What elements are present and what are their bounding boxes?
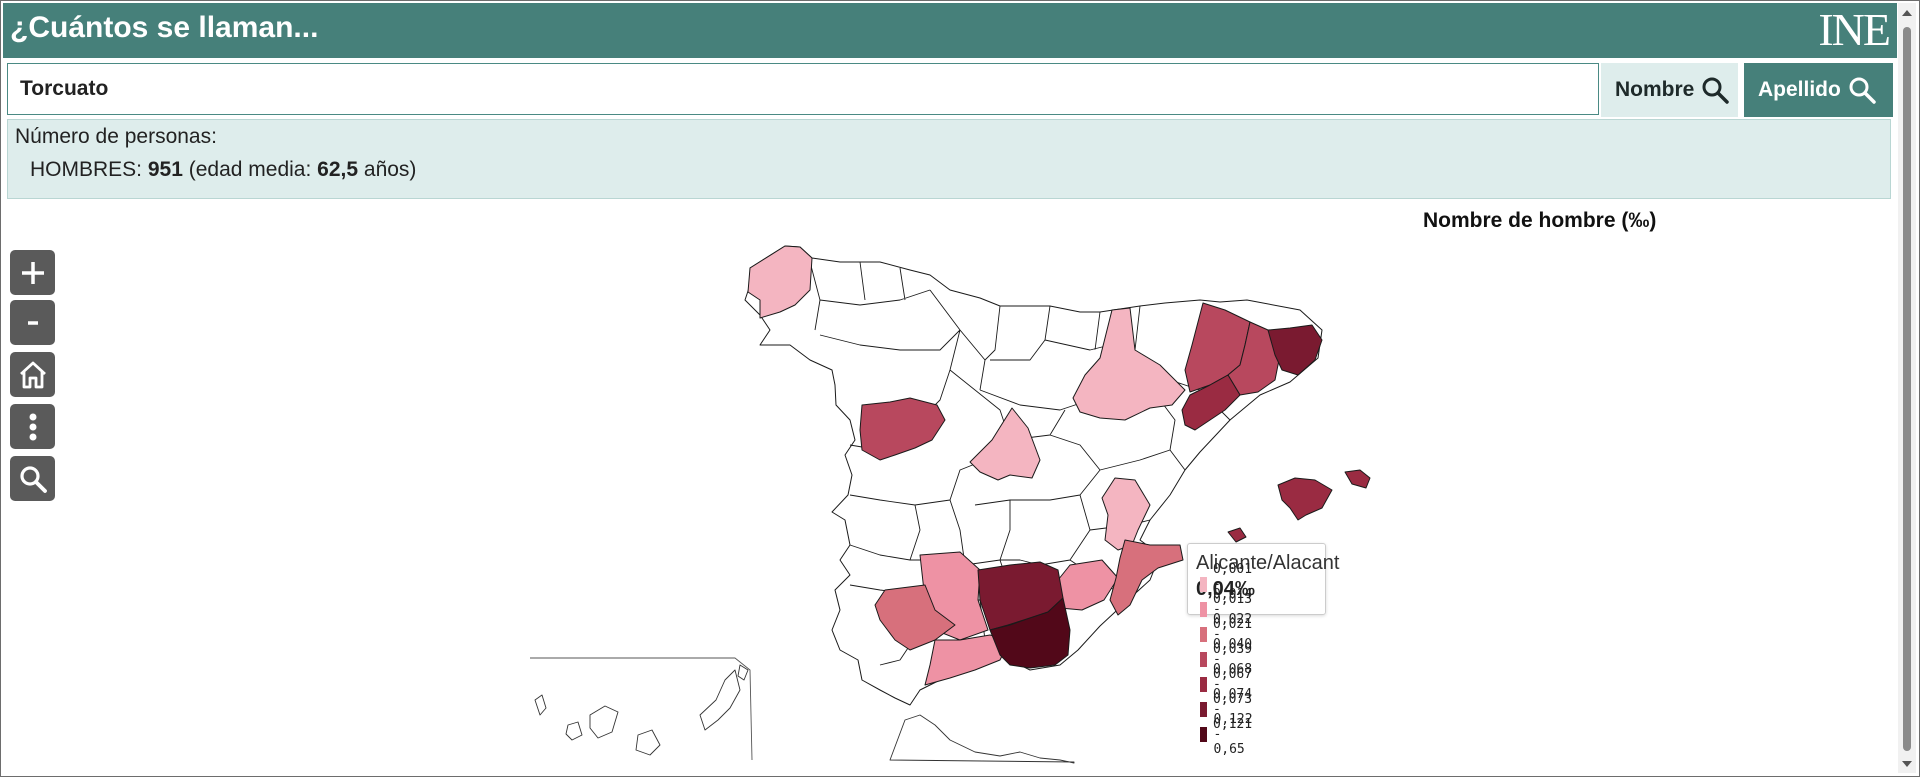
search-nombre-button[interactable]: Nombre <box>1601 63 1738 117</box>
ceuta-melilla-outline <box>889 714 1075 764</box>
plus-icon <box>21 261 44 284</box>
search-apellido-button[interactable]: Apellido <box>1744 63 1893 117</box>
zoom-out-button[interactable] <box>10 300 55 345</box>
home-button[interactable] <box>10 352 55 397</box>
province-menorca[interactable] <box>1344 469 1371 489</box>
more-options-button[interactable] <box>10 404 55 449</box>
search-icon <box>19 465 47 493</box>
legend-swatch <box>1200 576 1207 592</box>
search-icon <box>1849 77 1876 104</box>
province-ibiza[interactable] <box>1227 527 1247 543</box>
page-title: ¿Cuántos se llaman... <box>10 11 319 44</box>
scroll-down-arrow[interactable] <box>1902 761 1912 767</box>
canary-islands <box>534 664 749 756</box>
scrollbar-thumb[interactable] <box>1903 27 1911 751</box>
vertical-dots-icon <box>29 413 36 440</box>
legend-swatch <box>1200 726 1208 742</box>
name-search-input[interactable] <box>7 63 1599 115</box>
zoom-in-button[interactable] <box>10 250 55 295</box>
legend-swatch <box>1200 626 1207 642</box>
legend-swatch <box>1200 676 1207 692</box>
search-bar: Nombre Apellido <box>7 63 1893 117</box>
person-count: 951 <box>147 158 183 181</box>
province-mallorca[interactable] <box>1277 477 1333 521</box>
legend-label: 0,122 - 0,65 <box>1213 711 1253 757</box>
search-icon <box>1702 77 1730 104</box>
apellido-button-label: Apellido <box>1758 78 1841 101</box>
legend-swatch <box>1200 651 1207 667</box>
ine-logo: INE <box>1818 4 1891 55</box>
map-title: Nombre de hombre (‰) <box>1423 209 1657 232</box>
nombre-button-label: Nombre <box>1615 78 1695 101</box>
result-panel: Número de personas: HOMBRES: 951 (edad m… <box>7 119 1891 199</box>
map-search-button[interactable] <box>10 456 55 501</box>
header-bar: ¿Cuántos se llaman... INE <box>3 3 1897 58</box>
minus-icon <box>27 320 38 325</box>
average-age: 62,5 <box>317 158 359 181</box>
scroll-up-arrow[interactable] <box>1902 10 1912 16</box>
age-prefix: (edad media: <box>188 158 312 181</box>
legend-item: 0,122 - 0,65 <box>1200 712 1260 757</box>
result-line: HOMBRES: 951 (edad media: 62,5 años) <box>30 158 416 182</box>
home-icon <box>19 361 46 388</box>
vertical-scrollbar[interactable] <box>1898 3 1916 773</box>
legend-swatch <box>1200 601 1207 617</box>
legend-swatch <box>1200 701 1207 717</box>
logo-text: INE <box>1818 4 1891 55</box>
gender-label: HOMBRES: <box>30 158 143 181</box>
count-label: Número de personas: <box>15 125 217 148</box>
age-suffix: años) <box>363 158 417 181</box>
